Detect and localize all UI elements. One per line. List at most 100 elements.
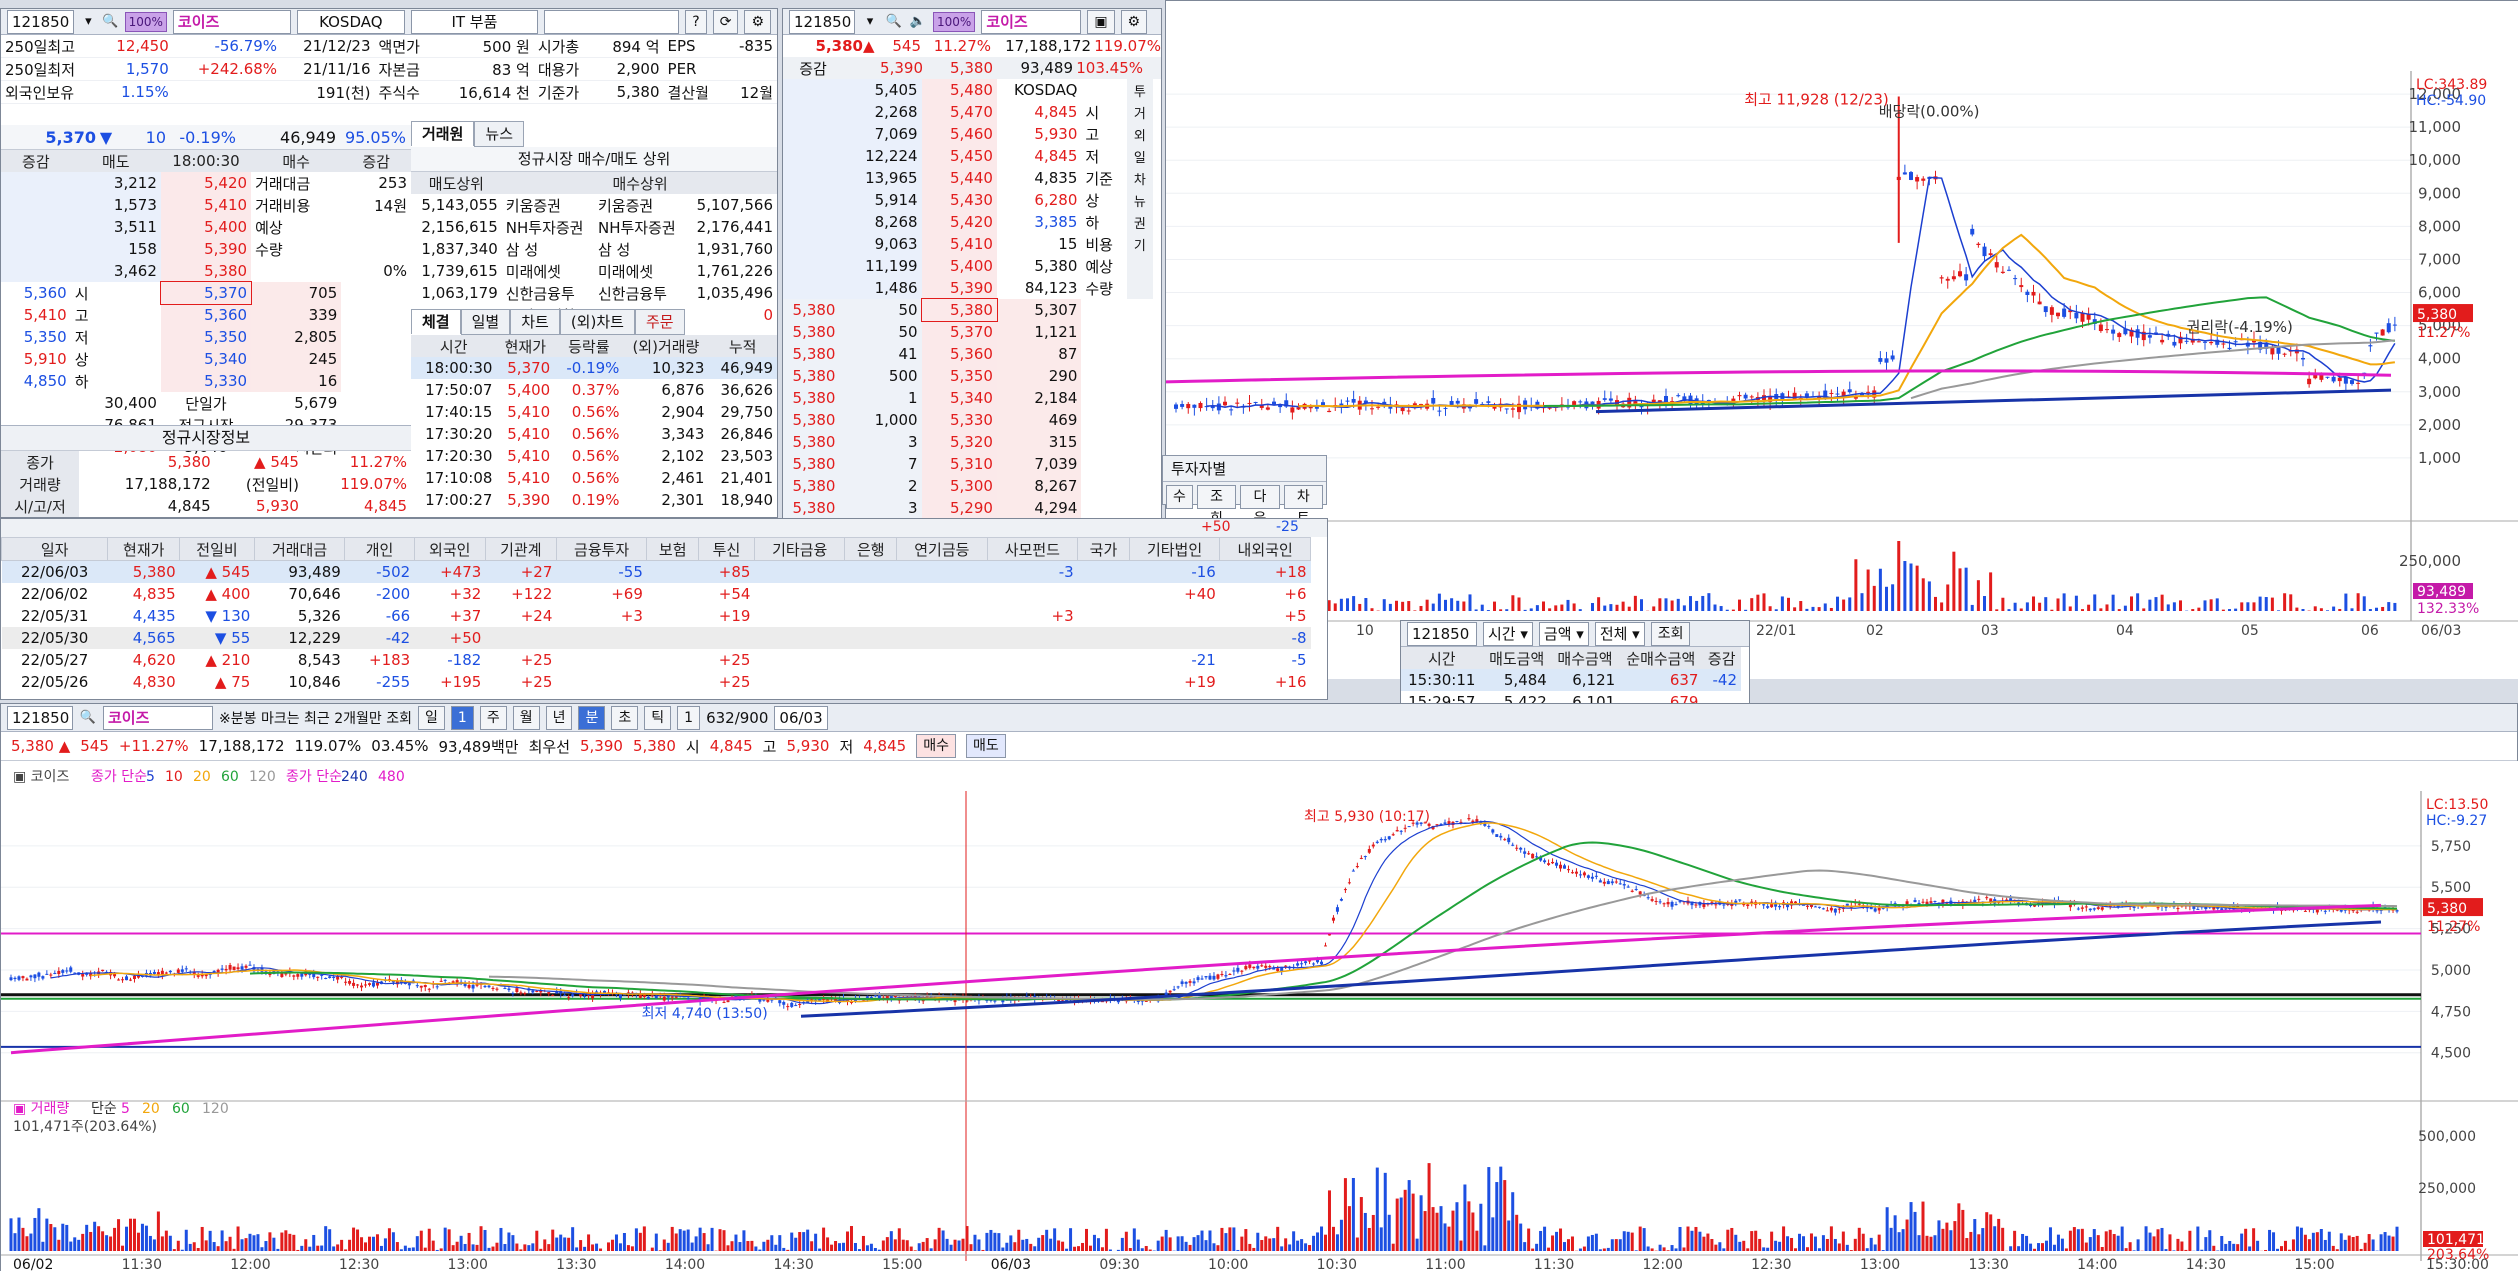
period-button[interactable]: 초 [611,705,639,730]
ob2-ask-price[interactable]: 5,460 [921,123,997,145]
gear-icon[interactable]: ⚙ [1120,9,1148,34]
ob2-side-tab[interactable]: 투 [1126,79,1153,101]
stock-name-field-2[interactable]: 코이즈 [981,9,1082,34]
ob2-ask-price[interactable]: 5,420 [921,211,997,233]
trade-tab[interactable]: (외)차트 [559,309,635,335]
ob2-ask-price[interactable]: 5,450 [921,145,997,167]
ob2-ask-price[interactable]: 5,440 [921,167,997,189]
volume-bar [1642,1228,1646,1251]
period-button[interactable]: 주 [479,705,507,730]
ob2-side-tab[interactable]: 권 [1126,211,1153,233]
ob2-bid-price[interactable]: 5,310 [921,453,997,475]
period-button[interactable]: 1 [450,705,474,730]
trade-tab[interactable]: 체결 [411,309,461,334]
intraday-chart-svg[interactable]: ▣ 코이즈 종가 단순 5 10 20 60 120 종가 단순 240 4805,7505,50… [1,761,2518,1271]
bid-price[interactable]: 5,350 [160,326,252,348]
period-button[interactable]: 1 [677,705,701,730]
ob2-bid-price[interactable]: 5,360 [921,343,997,365]
bid-price[interactable]: 5,330 [160,370,252,392]
period-button[interactable]: 년 [545,705,573,730]
small-code-input[interactable]: 121850 [1407,621,1477,646]
ob2-bid-price[interactable]: 5,370 [921,321,997,343]
volume-bar [29,1233,33,1251]
investor-btn[interactable]: 조회 [1196,485,1237,527]
small-query-button[interactable]: 조회 [1650,621,1691,646]
ob2-ask-price[interactable]: 5,430 [921,189,997,211]
ob2-ask-price[interactable]: 5,480 [921,79,997,101]
small-option[interactable]: 시간 ▾ [1483,621,1533,646]
ask-price[interactable]: 5,400 [160,216,252,238]
ob2-side-tab[interactable]: 뉴 [1126,189,1153,211]
investor-tab[interactable]: 투자자별 [1163,456,1326,482]
sell-button[interactable]: 매도 [965,734,1006,758]
stock-code-input[interactable]: 121850 [7,9,75,34]
stock-code-input-2[interactable]: 121850 [789,9,855,34]
x-tick: 12:00 [230,1257,270,1271]
search-icon[interactable]: 🔍 [885,13,903,31]
ob2-side-tab[interactable]: 일 [1126,145,1153,167]
ob2-bid-price[interactable]: 5,380 [920,298,998,322]
period-button[interactable]: 분 [578,705,606,730]
ob2-ask-price[interactable]: 5,400 [921,255,997,277]
ask-price[interactable]: 5,380 [160,260,252,282]
volume-bar [690,1242,694,1251]
ob2-bid-price[interactable]: 5,300 [921,475,997,497]
chart-date-input[interactable]: 06/03 [774,705,828,730]
trade-tab[interactable]: 주문 [634,309,685,335]
buy-button[interactable]: 매수 [916,734,956,758]
search-icon[interactable]: 🔍 [79,709,97,727]
investor-btn[interactable]: 수 [1166,485,1193,509]
ob2-bid-price[interactable]: 5,320 [921,431,997,453]
ob2-bid-price[interactable]: 5,340 [921,387,997,409]
broker-tab[interactable]: 거래원 [411,121,475,146]
speaker-icon[interactable]: 🔈 [909,13,927,31]
refresh-icon[interactable]: ⟳ [712,9,739,34]
ob2-side-tab[interactable]: 차 [1126,167,1153,189]
period-button[interactable]: 월 [512,705,540,730]
daily-chart-panel[interactable]: 12,000 11,000 10,000 9,000 8,000 7,000 6,000 5,… [1165,0,2518,679]
ob2-ask-price[interactable]: 5,470 [921,101,997,123]
search-icon[interactable]: 🔍 [102,13,118,31]
volume-bar [985,1232,989,1251]
help-button[interactable]: ? [685,9,707,34]
broker-cell: 미래에셋 [505,262,561,281]
volume-bar [977,1239,981,1251]
trade-tab[interactable]: 일별 [460,309,511,335]
ask-price[interactable]: 5,390 [160,238,252,260]
investor-btn[interactable]: 차트 [1283,485,1324,527]
ob2-ask-price[interactable]: 5,410 [921,233,997,255]
bid-price[interactable]: 5,360 [160,304,252,326]
broker-tab[interactable]: 뉴스 [474,121,525,147]
bid-price[interactable]: 5,340 [160,348,252,370]
ob2-side-tab[interactable] [1126,255,1153,277]
chevron-down-icon[interactable]: ▾ [861,13,879,31]
layout-icon[interactable]: ▣ [1087,9,1115,34]
ob2-side-tab[interactable] [1126,277,1153,299]
ask-price[interactable]: 5,420 [160,172,252,194]
investor-btn[interactable]: 다음 [1240,485,1280,527]
period-button[interactable]: 일 [418,705,445,730]
ask-price[interactable]: 5,410 [160,194,252,216]
ob2-bid-price[interactable]: 5,350 [921,365,997,387]
period-button[interactable]: 틱 [644,705,672,730]
ob2-side-tab[interactable]: 거 [1126,101,1153,123]
gear-icon[interactable]: ⚙ [744,9,772,34]
ob2-side-tab[interactable]: 기 [1126,233,1153,255]
volume-bar [65,1224,69,1251]
ob2-bid-price[interactable]: 5,290 [921,497,997,519]
investor-cell [647,561,699,584]
chevron-down-icon[interactable]: ▾ [80,13,96,31]
ob2-ask-price[interactable]: 5,390 [921,277,997,299]
candle-body [176,969,180,973]
volume-bar [1689,596,1692,611]
trade-tab[interactable]: 차트 [510,309,560,335]
ob2-bid-price[interactable]: 5,330 [921,409,997,431]
ob2-side-tab[interactable]: 외 [1126,123,1153,145]
small-option[interactable]: 금액 ▾ [1538,621,1589,646]
ob2-bid-qty: 1,121 [996,321,1082,343]
bid-price[interactable]: 5,370 [159,281,253,305]
intraday-code-input[interactable]: 121850 [7,705,73,730]
stock-name-field[interactable]: 코이즈 [172,9,291,34]
small-option[interactable]: 전체 ▾ [1594,621,1645,646]
intraday-name-field[interactable]: 코이즈 [103,705,213,730]
